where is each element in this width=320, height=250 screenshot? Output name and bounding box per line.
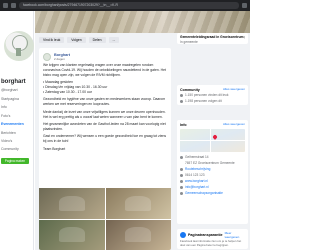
post-paragraph: Gezondheid en hygiëne van onze gasten en… <box>43 97 166 107</box>
sidebar-item-photos[interactable]: Foto's <box>1 112 33 120</box>
website-link[interactable]: www.borghart.nl <box>185 179 208 183</box>
post-header: Borghart 2 dagen <box>43 52 167 61</box>
likes-count: 1.150 personen vinden dit leuk <box>185 93 229 97</box>
cover-photo-texture <box>35 11 250 33</box>
sidebar-item-info[interactable]: Info <box>1 103 33 111</box>
avatar[interactable] <box>43 52 51 61</box>
phone-number[interactable]: 0614 123 123 <box>185 173 205 177</box>
post-photo[interactable] <box>39 188 105 219</box>
post-photo[interactable] <box>105 188 171 219</box>
page-category-title: Gemeenteleidingsraad in Groeiscentrum ge… <box>180 35 245 39</box>
create-page-button[interactable]: Pagina maken <box>1 158 29 164</box>
follows-row: 1.198 personen volgen dit <box>180 98 245 104</box>
info-see-all-link[interactable]: Alles weergeven <box>223 122 245 126</box>
sidebar-item-community[interactable]: Community <box>1 145 33 153</box>
phone-icon <box>180 173 183 177</box>
right-column: Gemeenteleidingsraad in Groeiscentrum ge… <box>175 33 250 250</box>
follow-button[interactable]: Volgen <box>67 37 86 43</box>
page-category-card: Gemeenteleidingsraad in Groeiscentrum ge… <box>177 33 248 44</box>
community-see-all-link[interactable]: Alles weergeven <box>223 87 245 91</box>
transparency-title: Paginatransparantie <box>188 233 223 237</box>
like-page-button[interactable]: Vind ik leuk <box>39 37 65 43</box>
route-link[interactable]: Routebeschrijving <box>185 167 210 171</box>
thumbs-up-icon <box>180 93 183 97</box>
info-circle-icon <box>180 232 186 238</box>
mail-icon <box>180 185 183 189</box>
community-title: Community <box>180 88 200 92</box>
post-paragraph: Team Borghart <box>43 146 66 151</box>
sidebar-nav: Startpagina Info Foto's Evenementen Beri… <box>1 95 33 154</box>
post-paragraph: Gast en ondernemer? Wij wensen u een goe… <box>43 134 167 144</box>
more-options-button[interactable]: ... <box>108 37 120 43</box>
follow-icon <box>180 99 183 103</box>
post-timestamp[interactable]: 2 dagen <box>54 57 70 61</box>
page-category-sub: In gemeente <box>180 40 198 44</box>
directions-icon <box>180 167 183 171</box>
page-name[interactable]: borghart <box>1 79 26 85</box>
location-icon <box>180 155 183 159</box>
address-bar[interactable]: facebook.com/borghart/posts/279467190720… <box>19 2 239 9</box>
sidebar-item-home[interactable]: Startpagina <box>1 95 33 103</box>
sidebar-item-posts[interactable]: Berichten <box>1 129 33 137</box>
post-text: We krijgen van klanten regelmatig vragen… <box>43 63 167 152</box>
post-photo[interactable] <box>105 219 171 250</box>
post-paragraph: Mede dankzij de inzet van onze vrijwilli… <box>43 109 166 119</box>
category-row[interactable]: Gemeenschapsorganisatie <box>180 190 245 196</box>
sidebar-item-events[interactable]: Evenementen <box>1 120 33 128</box>
address-line2: 7657 EZ Groeiscentrum Gemeente <box>185 161 235 165</box>
page-profile-picture[interactable] <box>4 31 34 61</box>
email-link[interactable]: info@borghart.nl <box>185 185 209 189</box>
post-paragraph: Het gezamenlijke avondeten van de Gastho… <box>43 122 166 131</box>
transparency-text: Facebook laat informatie zien om je te h… <box>180 239 242 247</box>
sidebar-item-videos[interactable]: Video's <box>1 137 33 145</box>
post-photo-grid <box>39 188 171 250</box>
tag-icon <box>180 191 183 195</box>
browser-toolbar: facebook.com/borghart/posts/279467190720… <box>0 0 250 11</box>
community-card: Community Alles weergeven 1.150 personen … <box>177 85 248 105</box>
map-pin-icon <box>212 134 218 140</box>
post-paragraph: • Zaterdag van 10.30 - 17.00 uur <box>43 90 92 95</box>
category-link[interactable]: Gemeenschapsorganisatie <box>185 191 223 195</box>
info-title: Info <box>180 123 187 127</box>
location-map[interactable] <box>180 129 245 152</box>
info-card: Info Alles weergeven Gelhemstraat 14 7657… <box>177 120 248 224</box>
menu-icon[interactable] <box>242 3 247 8</box>
main-column: Vind ik leuk Volgen Delen ... Borghart 2… <box>35 33 175 250</box>
forward-icon[interactable] <box>11 3 16 8</box>
post-card: Borghart 2 dagen We krijgen van klanten … <box>39 48 171 250</box>
transparency-more-link[interactable]: Meer weergeven <box>225 231 245 239</box>
back-icon[interactable] <box>3 3 8 8</box>
transparency-card: Paginatransparantie Meer weergeven Faceb… <box>177 229 248 249</box>
address-line1: Gelhemstraat 14 <box>185 155 209 159</box>
post-paragraph: We krijgen van klanten regelmatig vragen… <box>43 63 166 77</box>
page-actions: Vind ik leuk Volgen Delen ... <box>39 37 120 43</box>
globe-icon <box>180 179 183 183</box>
post-author[interactable]: Borghart <box>54 53 70 57</box>
page-sidebar: borghart @borghart Startpagina Info Foto… <box>0 11 34 250</box>
follows-count: 1.198 personen volgen dit <box>185 99 222 103</box>
cover-photo[interactable] <box>35 11 250 33</box>
share-button[interactable]: Delen <box>88 37 106 43</box>
page-handle: @borghart <box>1 88 18 92</box>
post-photo[interactable] <box>39 219 105 250</box>
